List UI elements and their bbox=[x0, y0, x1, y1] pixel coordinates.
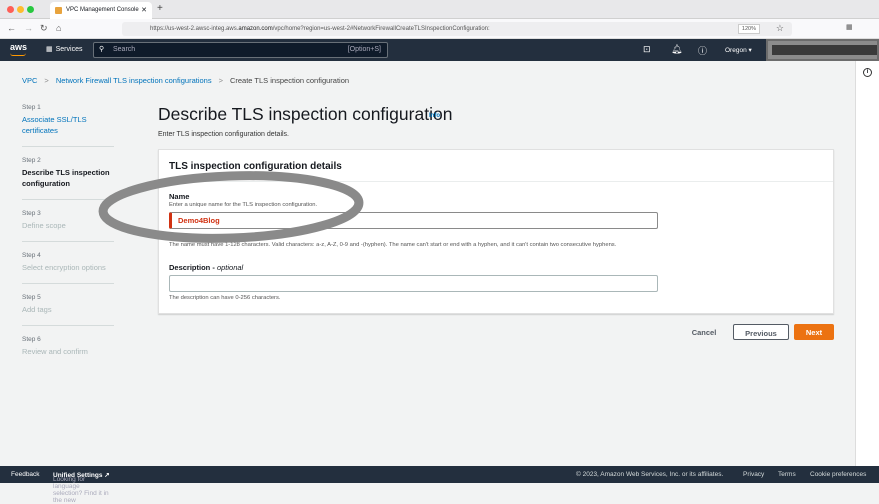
step-number: Step 1 bbox=[22, 104, 41, 111]
panel-title: TLS inspection configuration details bbox=[159, 150, 833, 182]
step-5: Step 5 Add tags bbox=[22, 294, 114, 326]
name-label: Name bbox=[169, 192, 190, 201]
breadcrumb-tls-configs[interactable]: Network Firewall TLS inspection configur… bbox=[56, 76, 212, 85]
region-selector[interactable]: Oregon ▾ bbox=[725, 46, 752, 54]
url-domain: amazon.com bbox=[238, 26, 273, 32]
step-label: Define scope bbox=[22, 221, 66, 230]
page-subtitle: Enter TLS inspection configuration detai… bbox=[158, 131, 290, 138]
url-prefix: https://us-west-2.awsc-integ.aws. bbox=[150, 26, 239, 32]
services-label: Services bbox=[55, 46, 83, 53]
zoom-level[interactable]: 120% bbox=[737, 24, 760, 34]
step-number: Step 6 bbox=[22, 336, 41, 343]
step-label: Add tags bbox=[22, 305, 52, 314]
notifications-bell-icon[interactable]: 🔔︎ bbox=[671, 44, 682, 55]
address-bar-row: ← → ↻ ⌂ https://us-west-2.awsc-integ.aws… bbox=[0, 19, 879, 39]
info-icon[interactable]: i bbox=[863, 68, 872, 77]
language-notice-text: Looking for language selection? Find it … bbox=[53, 476, 109, 504]
terms-link[interactable]: Terms bbox=[778, 471, 796, 478]
bookmark-star-icon[interactable]: ☆ bbox=[776, 23, 784, 34]
account-menu-redacted[interactable] bbox=[766, 39, 879, 61]
copyright: © 2023, Amazon Web Services, Inc. or its… bbox=[576, 471, 724, 478]
description-input[interactable] bbox=[169, 275, 658, 292]
optional-tag: optional bbox=[216, 263, 244, 272]
breadcrumb: VPC > Network Firewall TLS inspection conf… bbox=[22, 76, 349, 85]
breadcrumb-vpc[interactable]: VPC bbox=[22, 76, 37, 85]
step-number: Step 3 bbox=[22, 210, 41, 217]
search-icon: ⚲ bbox=[99, 46, 105, 53]
step-number: Step 5 bbox=[22, 294, 41, 301]
step-label: Review and confirm bbox=[22, 347, 88, 356]
step-1[interactable]: Step 1 Associate SSL/TLS certificates bbox=[22, 104, 114, 147]
minimize-window-icon[interactable] bbox=[17, 6, 24, 13]
cloudshell-icon[interactable]: ⊡ bbox=[643, 44, 651, 55]
home-icon[interactable]: ⌂ bbox=[56, 23, 61, 33]
step-4: Step 4 Select encryption options bbox=[22, 252, 114, 284]
step-2: Step 2 Describe TLS inspection configurat… bbox=[22, 157, 114, 200]
close-tab-icon[interactable]: ✕ bbox=[141, 6, 147, 14]
aws-top-nav: aws ▦ Services ⚲ Search [Option+S] ⊡ 🔔︎ ⓘ O… bbox=[0, 39, 879, 61]
breadcrumb-current: Create TLS inspection configuration bbox=[229, 76, 350, 85]
help-icon[interactable]: ⓘ bbox=[698, 44, 707, 57]
step-number: Step 2 bbox=[22, 157, 41, 164]
description-label: Description - optional bbox=[169, 263, 243, 272]
name-constraint: The name must have 1-128 characters. Val… bbox=[169, 242, 617, 248]
url-rest: /vpc/home?region=us-west-2#NetworkFirewa… bbox=[272, 26, 490, 32]
logo-smile bbox=[10, 53, 26, 56]
grid-icon: ▦ bbox=[46, 46, 53, 53]
tab-title: VPC Management Console bbox=[66, 7, 139, 13]
logo-text: aws bbox=[10, 42, 28, 52]
name-input[interactable]: Demo4Blog bbox=[169, 212, 658, 229]
redaction-bar bbox=[772, 45, 877, 55]
footer: Feedback Looking for language selection?… bbox=[0, 466, 879, 504]
step-label[interactable]: Associate SSL/TLS certificates bbox=[22, 114, 114, 136]
maximize-window-icon[interactable] bbox=[27, 6, 34, 13]
cookie-preferences-link[interactable]: Cookie preferences bbox=[810, 471, 866, 478]
browser-tab[interactable]: VPC Management Console ✕ bbox=[50, 2, 152, 19]
chevron-right-icon: > bbox=[218, 76, 223, 85]
step-number: Step 4 bbox=[22, 252, 41, 259]
info-link[interactable]: Info bbox=[429, 113, 440, 119]
page-title: Describe TLS inspection configuration bbox=[158, 104, 453, 124]
description-constraint: The description can have 0-256 character… bbox=[169, 295, 281, 301]
forward-icon[interactable]: → bbox=[24, 23, 33, 33]
services-menu[interactable]: ▦ Services bbox=[46, 45, 82, 53]
search-input[interactable]: ⚲ Search [Option+S] bbox=[93, 42, 388, 58]
close-window-icon[interactable] bbox=[7, 6, 14, 13]
favicon-icon bbox=[55, 7, 62, 14]
reload-icon[interactable]: ↻ bbox=[40, 23, 48, 34]
extension-icon[interactable]: ▦ bbox=[846, 23, 853, 31]
wizard-steps: Step 1 Associate SSL/TLS certificates Ste… bbox=[22, 104, 114, 377]
step-label: Select encryption options bbox=[22, 263, 106, 272]
aws-logo[interactable]: aws bbox=[10, 42, 28, 56]
url-field[interactable]: https://us-west-2.awsc-integ.aws.amazon.… bbox=[122, 22, 792, 36]
new-tab-button[interactable]: + bbox=[157, 3, 163, 14]
search-shortcut: [Option+S] bbox=[347, 46, 381, 53]
help-panel-rail: i bbox=[855, 61, 879, 466]
chevron-right-icon: > bbox=[44, 76, 49, 85]
back-icon[interactable]: ← bbox=[7, 23, 16, 33]
search-placeholder: Search bbox=[113, 46, 136, 53]
name-hint: Enter a unique name for the TLS inspecti… bbox=[169, 202, 318, 208]
step-6: Step 6 Review and confirm bbox=[22, 336, 114, 367]
next-button[interactable]: Next bbox=[794, 324, 834, 340]
language-notice: Looking for language selection? Find it … bbox=[53, 471, 110, 504]
step-label: Describe TLS inspection configuration bbox=[22, 168, 110, 188]
cancel-button[interactable]: Cancel bbox=[682, 324, 726, 340]
description-label-text: Description - bbox=[169, 263, 217, 272]
browser-tab-bar: VPC Management Console ✕ + bbox=[0, 0, 879, 19]
step-3: Step 3 Define scope bbox=[22, 210, 114, 242]
privacy-link[interactable]: Privacy bbox=[743, 471, 764, 478]
config-details-panel: TLS inspection configuration details Nam… bbox=[158, 149, 834, 314]
previous-button[interactable]: Previous bbox=[733, 324, 789, 340]
feedback-link[interactable]: Feedback bbox=[11, 471, 40, 478]
